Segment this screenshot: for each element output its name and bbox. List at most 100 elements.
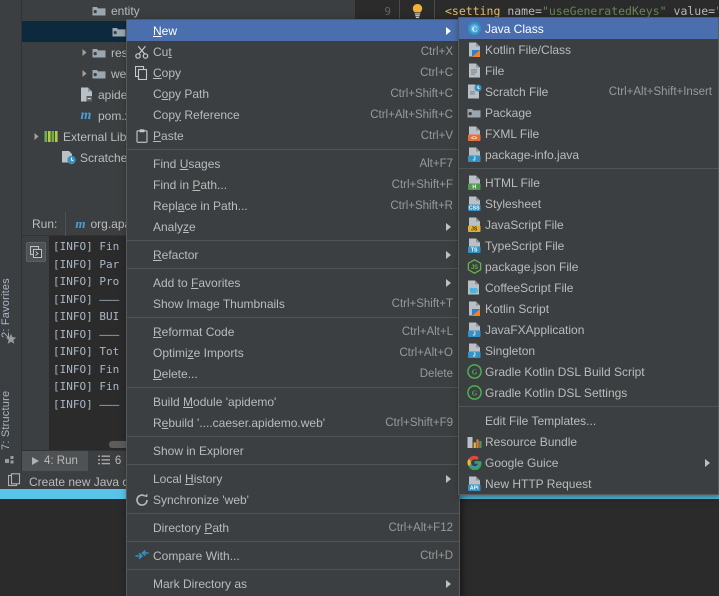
menu-item-delete[interactable]: Delete... Delete — [127, 363, 459, 384]
code-token-attr-name: name= — [507, 4, 542, 18]
menu-item-package-json-file[interactable]: JS package.json File — [459, 256, 718, 277]
menu-item-shortcut: Ctrl+D — [420, 549, 453, 562]
menu-item-no-icon — [131, 576, 153, 592]
expand-console-icon[interactable] — [25, 242, 46, 262]
tree-expand-arrow-icon[interactable] — [78, 67, 91, 80]
menu-item-reformat-code[interactable]: Reformat Code Ctrl+Alt+L — [127, 321, 459, 342]
menu-item-find-usages[interactable]: Find Usages Alt+F7 — [127, 153, 459, 174]
project-context-menu[interactable]: New Cut Ctrl+X Copy Ctrl+C Copy Path Ctrl+Sh… — [126, 19, 460, 596]
menu-item-shortcut: Ctrl+Alt+Shift+Insert — [608, 85, 712, 98]
menu-item-label: Replace in Path... — [153, 198, 248, 213]
menu-item-show-image-thumbnails[interactable]: Show Image Thumbnails Ctrl+Shift+T — [127, 293, 459, 314]
svg-text:C: C — [471, 25, 476, 33]
folder-icon — [111, 24, 127, 40]
menu-item-package[interactable]: Package — [459, 102, 718, 123]
code-token-attr-value: "useGeneratedKeys" — [541, 4, 667, 18]
menu-item-copy-reference[interactable]: Copy Reference Ctrl+Alt+Shift+C — [127, 104, 459, 125]
menu-item-coffeescript-file[interactable]: CoffeeScript File — [459, 277, 718, 298]
menu-item-no-icon — [131, 198, 153, 214]
maven-icon: m — [80, 107, 92, 123]
line-number: 9 — [384, 4, 391, 18]
menu-item-synchronize-web[interactable]: Synchronize 'web' — [127, 489, 459, 510]
svg-text:JS: JS — [471, 227, 478, 232]
folder-icon — [91, 3, 107, 19]
menu-item-singleton[interactable]: J Singleton — [459, 340, 718, 361]
submenu-arrow-icon — [705, 458, 710, 467]
java-file-icon: J — [463, 147, 485, 163]
menu-item-no-icon — [131, 275, 153, 291]
menu-item-kotlin-script[interactable]: Kotlin Script — [459, 298, 718, 319]
menu-item-label: Gradle Kotlin DSL Build Script — [485, 364, 645, 379]
menu-item-google-guice[interactable]: Google Guice — [459, 452, 718, 473]
menu-item-local-history[interactable]: Local History — [127, 468, 459, 489]
menu-item-shortcut: Ctrl+Shift+C — [390, 87, 453, 100]
menu-item-replace-in-path[interactable]: Replace in Path... Ctrl+Shift+R — [127, 195, 459, 216]
menu-item-html-file[interactable]: H HTML File — [459, 172, 718, 193]
menu-item-gradle-kotlin-dsl-build-script[interactable]: G Gradle Kotlin DSL Build Script — [459, 361, 718, 382]
editor-code-line: <setting name="useGeneratedKeys" value="… — [435, 4, 719, 18]
menu-item-build-module-apidemo[interactable]: Build Module 'apidemo' — [127, 391, 459, 412]
menu-item-resource-bundle[interactable]: Resource Bundle — [459, 431, 718, 452]
menu-item-no-icon — [131, 219, 153, 235]
menu-item-label: Cut — [153, 44, 172, 59]
menu-item-javascript-file[interactable]: JS JavaScript File — [459, 214, 718, 235]
menu-item-label: FXML File — [485, 126, 540, 141]
menu-item-gradle-kotlin-dsl-settings[interactable]: G Gradle Kotlin DSL Settings — [459, 382, 718, 403]
menu-item-stylesheet[interactable]: CSS Stylesheet — [459, 193, 718, 214]
menu-separator — [127, 569, 459, 570]
menu-item-typescript-file[interactable]: TS TypeScript File — [459, 235, 718, 256]
menu-item-label: Delete... — [153, 366, 198, 381]
menu-item-java-class[interactable]: C Java Class — [459, 18, 718, 39]
menu-item-javafxapplication[interactable]: J JavaFXApplication — [459, 319, 718, 340]
menu-item-edit-file-templates[interactable]: Edit File Templates... — [459, 410, 718, 431]
menu-item-label: JavaScript File — [485, 217, 564, 232]
menu-item-paste[interactable]: Paste Ctrl+V — [127, 125, 459, 146]
menu-item-copy[interactable]: Copy Ctrl+C — [127, 62, 459, 83]
menu-item-refactor[interactable]: Refactor — [127, 244, 459, 265]
menu-item-scratch-file[interactable]: Scratch File Ctrl+Alt+Shift+Insert — [459, 81, 718, 102]
menu-item-package-info-java[interactable]: Jpackage-info.java — [459, 144, 718, 165]
tree-node[interactable]: entity — [22, 0, 355, 21]
menu-item-compare-with[interactable]: Compare With... Ctrl+D — [127, 545, 459, 566]
new-submenu[interactable]: C Java Class Kotlin File/Class File Scrat… — [458, 17, 719, 495]
menu-item-shortcut: Ctrl+Shift+F — [391, 178, 453, 191]
menu-item-label: Copy Reference — [153, 107, 240, 122]
tree-node-label: entity — [111, 3, 140, 18]
menu-item-file[interactable]: File — [459, 60, 718, 81]
run-play-icon — [32, 457, 39, 465]
menu-item-fxml-file[interactable]: <> FXML File — [459, 123, 718, 144]
menu-item-find-in-path[interactable]: Find in Path... Ctrl+Shift+F — [127, 174, 459, 195]
menu-item-label: Edit File Templates... — [485, 413, 597, 428]
menu-item-cut[interactable]: Cut Ctrl+X — [127, 41, 459, 62]
folder-icon — [91, 66, 107, 82]
tool-window-tab-structure[interactable]: 7: Structure — [0, 360, 22, 450]
menu-item-directory-path[interactable]: Directory Path Ctrl+Alt+F12 — [127, 517, 459, 538]
clipboard-icon — [131, 128, 153, 144]
menu-item-add-to-favorites[interactable]: Add to Favorites — [127, 272, 459, 293]
menu-item-label: Singleton — [485, 343, 536, 358]
maven-m-icon: m — [75, 215, 86, 231]
menu-item-label: HTML File — [485, 175, 540, 190]
menu-item-label: Stylesheet — [485, 196, 542, 211]
menu-item-optimize-imports[interactable]: Optimize Imports Ctrl+Alt+O — [127, 342, 459, 363]
tree-expand-arrow-icon[interactable] — [78, 46, 91, 59]
menu-item-copy-path[interactable]: Copy Path Ctrl+Shift+C — [127, 83, 459, 104]
menu-item-no-icon — [131, 23, 153, 39]
menu-item-no-icon — [131, 415, 153, 431]
fxml-file-icon: <> — [463, 126, 485, 142]
menu-item-new[interactable]: New — [127, 20, 459, 41]
menu-item-analyze[interactable]: Analyze — [127, 216, 459, 237]
menu-separator — [127, 436, 459, 437]
bottom-tab-todo[interactable]: 6 — [88, 451, 131, 472]
menu-item-new-http-request[interactable]: API New HTTP Request — [459, 473, 718, 494]
menu-item-kotlin-file-class[interactable]: Kotlin File/Class — [459, 39, 718, 60]
menu-item-show-in-explorer[interactable]: Show in Explorer — [127, 440, 459, 461]
menu-item-rebuild-caeser-apidemo-web[interactable]: Rebuild '....caeser.apidemo.web' Ctrl+Shi… — [127, 412, 459, 433]
bottom-tab-run[interactable]: 4: Run — [22, 450, 88, 472]
submenu-arrow-icon — [446, 278, 451, 287]
gradle-icon: G — [463, 364, 485, 380]
tool-window-tab-favorites[interactable]: 2: Favorites — [0, 248, 22, 338]
menu-item-mark-directory-as[interactable]: Mark Directory as — [127, 573, 459, 594]
library-icon — [43, 129, 59, 145]
tree-expand-arrow-icon[interactable] — [30, 130, 43, 143]
